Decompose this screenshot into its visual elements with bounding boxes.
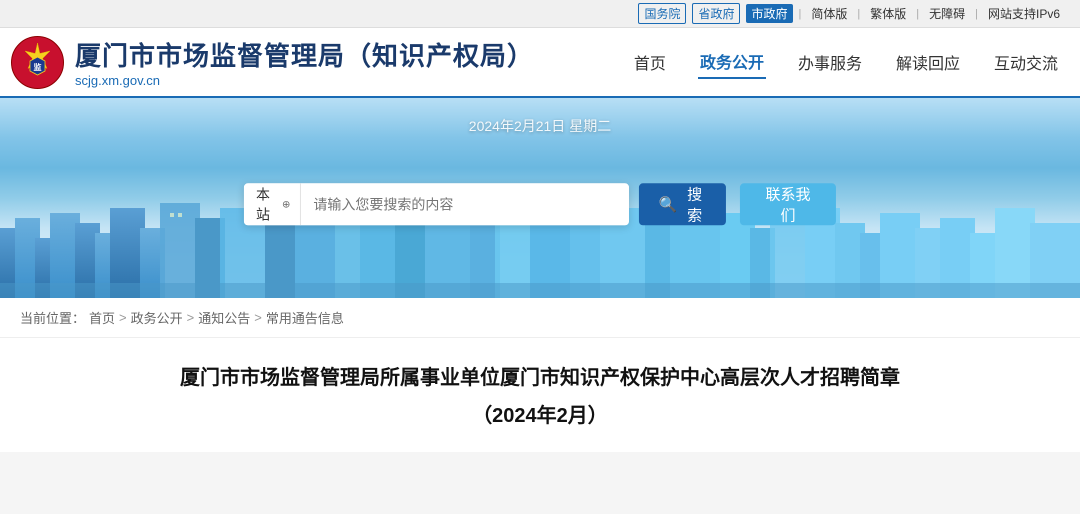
banner-search-row: 本站 ⊕ 🔍 搜索 联系我们 [244,183,836,225]
separator-4: | [975,8,978,20]
top-bar-links: 国务院 省政府 市政府 | 简体版 | 繁体版 | 无障碍 | 网站支持IPv6 [638,3,1064,24]
breadcrumb-sep-2: > [187,310,195,325]
top-bar-link-shizhengfu[interactable]: 市政府 [746,4,792,23]
top-bar-link-ipv6[interactable]: 网站支持IPv6 [984,4,1064,23]
contact-button-label: 联系我们 [766,186,811,224]
logo-icon: 监 [10,35,65,90]
banner-date: 2024年2月21日 星期二 [469,116,611,136]
nav-item-hudong[interactable]: 互动交流 [992,46,1060,78]
top-bar-link-fantizi[interactable]: 繁体版 [866,4,910,23]
search-icon: 🔍 [659,195,678,213]
search-button[interactable]: 🔍 搜索 [639,183,726,225]
article-title-line2: （2024年2月） [40,400,1040,432]
breadcrumb-zhengwu[interactable]: 政务公开 [131,308,183,327]
separator-2: | [857,8,860,20]
search-scope-wrapper[interactable]: 本站 ⊕ [244,183,301,225]
top-bar-link-guowuyuan[interactable]: 国务院 [638,3,686,24]
search-scope-label: 本站 [256,184,278,224]
content-area: 厦门市市场监督管理局所属事业单位厦门市知识产权保护中心高层次人才招聘简章 （20… [0,338,1080,452]
breadcrumb-home[interactable]: 首页 [89,308,115,327]
breadcrumb-tongzhi[interactable]: 通知公告 [198,308,250,327]
search-box: 本站 ⊕ [244,183,629,225]
header-left: 监 厦门市市场监督管理局（知识产权局） scjg.xm.gov.cn [10,35,534,90]
nav-item-banshi[interactable]: 办事服务 [796,46,864,78]
dropdown-arrow-icon: ⊕ [282,199,290,210]
search-input[interactable] [301,183,628,225]
nav-item-zhengwu[interactable]: 政务公开 [698,45,766,79]
search-button-label: 搜索 [683,183,706,225]
separator-1: | [799,8,802,20]
breadcrumb-prefix: 当前位置： [20,308,85,327]
site-url: scjg.xm.gov.cn [75,73,534,88]
contact-button[interactable]: 联系我们 [740,183,836,225]
article-title-line1: 厦门市市场监督管理局所属事业单位厦门市知识产权保护中心高层次人才招聘简章 [40,362,1040,394]
header-title-block: 厦门市市场监督管理局（知识产权局） scjg.xm.gov.cn [75,36,534,88]
banner: 2024年2月21日 星期二 本站 ⊕ 🔍 搜索 联系我们 [0,98,1080,298]
breadcrumb-sep-3: > [254,310,262,325]
main-nav: 首页 政务公开 办事服务 解读回应 互动交流 [632,45,1060,79]
top-bar-link-shengzhengfu[interactable]: 省政府 [692,3,740,24]
separator-3: | [916,8,919,20]
breadcrumb-sep-1: > [119,310,127,325]
top-bar-link-wuzhangai[interactable]: 无障碍 [925,4,969,23]
site-title: 厦门市市场监督管理局（知识产权局） [75,36,534,73]
nav-item-jiedu[interactable]: 解读回应 [894,46,962,78]
nav-item-home[interactable]: 首页 [632,46,668,78]
top-bar-link-jiantizi[interactable]: 简体版 [807,4,851,23]
breadcrumb: 当前位置： 首页 > 政务公开 > 通知公告 > 常用通告信息 [0,298,1080,338]
header: 监 厦门市市场监督管理局（知识产权局） scjg.xm.gov.cn 首页 政务… [0,28,1080,98]
breadcrumb-current: 常用通告信息 [266,308,344,327]
svg-text:监: 监 [34,62,42,72]
top-bar: 国务院 省政府 市政府 | 简体版 | 繁体版 | 无障碍 | 网站支持IPv6 [0,0,1080,28]
